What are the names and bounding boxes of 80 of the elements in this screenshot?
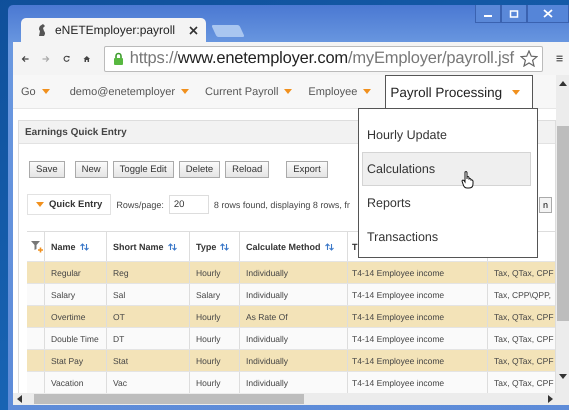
table-cell: Hourly <box>190 328 240 349</box>
close-window-button[interactable] <box>527 5 569 23</box>
caret-icon <box>284 89 292 94</box>
column-header[interactable]: Short Name <box>107 232 190 261</box>
column-header[interactable]: Type <box>190 232 240 261</box>
table-cell: Individually <box>240 350 348 371</box>
caret-icon <box>42 89 50 94</box>
scroll-left-icon[interactable] <box>17 395 22 403</box>
scroll-down-icon[interactable] <box>558 374 566 379</box>
tab-title: eNETEmployer:payroll <box>55 23 176 37</box>
column-header[interactable]: Calculate Method <box>240 232 348 261</box>
caret-icon <box>181 89 190 94</box>
table-cell: T4-14 Employee income <box>348 328 488 349</box>
nav-menu-item[interactable]: Employee <box>300 75 380 108</box>
toolbar-button[interactable]: Save <box>29 161 65 178</box>
caret-icon <box>363 89 372 94</box>
sort-icon[interactable] <box>168 242 177 250</box>
column-header[interactable]: Name <box>45 232 107 261</box>
nav-menu-item[interactable]: demo@enetemployer <box>62 75 198 108</box>
sort-icon[interactable] <box>80 242 89 250</box>
toolbar-button[interactable]: New <box>74 161 108 178</box>
maximize-icon <box>509 10 519 18</box>
scroll-right-icon[interactable] <box>548 395 553 403</box>
url-text: https://www.enetemployer.com/myEmployer/payroll.jsf <box>130 49 514 68</box>
address-bar[interactable]: https://www.enetemployer.com/myEmployer/payroll.jsf <box>104 46 543 72</box>
table-cell: Double Time <box>45 328 107 349</box>
toolbar-button[interactable]: Delete <box>178 161 220 178</box>
table-cell: Overtime <box>45 306 107 327</box>
vertical-scrollbar[interactable] <box>556 75 569 393</box>
nav-menu-item[interactable]: Go <box>13 75 58 108</box>
caret-icon <box>36 202 44 207</box>
quick-entry-button[interactable]: Quick Entry <box>27 194 112 215</box>
table-cell: Hourly <box>190 262 240 283</box>
panel-title: Earnings Quick Entry <box>25 126 127 138</box>
rows-status-text: 8 rows found, displaying 8 rows, fr <box>214 200 350 210</box>
table-cell: Salary <box>45 284 107 305</box>
toolbar-button[interactable]: Reload <box>225 161 270 178</box>
toolbar-button[interactable]: Export <box>286 161 328 178</box>
rows-per-page-label: Rows/page: <box>116 200 164 210</box>
table-cell: Hourly <box>190 306 240 327</box>
close-icon <box>543 9 553 18</box>
star-icon[interactable] <box>520 50 538 67</box>
close-icon[interactable] <box>189 26 198 34</box>
table-cell: Regular <box>45 262 107 283</box>
table-cell: Sal <box>107 284 190 305</box>
table-cell: T4-14 Employee income <box>348 284 488 305</box>
table-cell: Individually <box>240 284 348 305</box>
search-button[interactable]: n <box>538 196 552 212</box>
menu-item[interactable]: Reports <box>362 186 531 220</box>
table-cell: T4-14 Employee income <box>348 350 488 371</box>
table-cell: Salary <box>190 284 240 305</box>
table-cell: Individually <box>240 328 348 349</box>
table-cell: T4-14 Employee income <box>348 262 488 283</box>
caret-icon <box>512 90 520 94</box>
menu-item[interactable]: Hourly Update <box>362 118 531 152</box>
table-cell: T4-14 Employee income <box>348 306 488 327</box>
table-cell: Hourly <box>190 350 240 371</box>
toolbar-button[interactable]: Toggle Edit <box>112 161 174 178</box>
browser-tab[interactable]: eNETEmployer:payroll <box>21 18 206 42</box>
table-cell: Stat <box>107 350 190 371</box>
table-cell: OT <box>107 306 190 327</box>
nav-menu-item[interactable]: Payroll Processing <box>385 75 534 108</box>
menu-item[interactable]: Calculations <box>362 152 531 186</box>
horizontal-scrollbar[interactable] <box>13 393 569 405</box>
table-cell: DT <box>107 328 190 349</box>
table-cell: Stat Pay <box>45 350 107 371</box>
rows-per-page-field[interactable]: 20 <box>168 195 209 214</box>
scroll-up-icon[interactable] <box>558 81 566 86</box>
sort-icon[interactable] <box>220 242 230 250</box>
lock-icon <box>112 52 124 66</box>
minimize-button[interactable] <box>475 5 501 23</box>
table-cell: As Rate Of <box>240 306 348 327</box>
nav-menu-item[interactable]: Current Payroll <box>197 75 300 108</box>
table-cell: Individually <box>240 262 348 283</box>
table-cell: Reg <box>107 262 190 283</box>
hand-cursor-icon <box>461 171 475 189</box>
filter-icon[interactable] <box>30 240 44 253</box>
sort-icon[interactable] <box>324 242 334 250</box>
maximize-button[interactable] <box>501 5 527 23</box>
menu-item[interactable]: Transactions <box>362 220 531 254</box>
